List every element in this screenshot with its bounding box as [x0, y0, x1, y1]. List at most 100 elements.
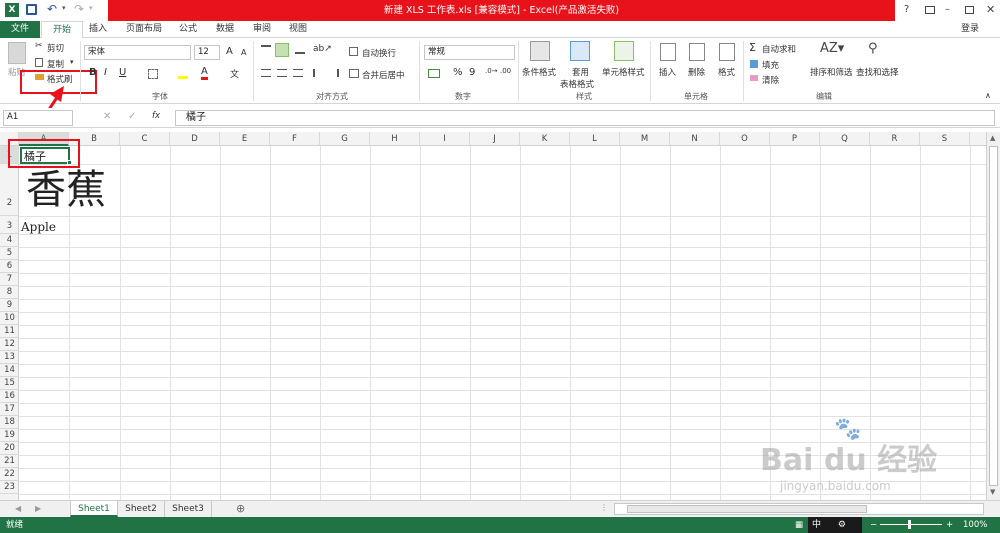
bold-button[interactable]: B	[89, 67, 97, 78]
row-header[interactable]: 6	[0, 260, 19, 273]
merge-center-button[interactable]: 合并后居中	[362, 69, 405, 81]
format-cells-button[interactable]: 格式	[718, 66, 735, 78]
cell-A3[interactable]: Apple	[21, 219, 56, 235]
autosum-icon[interactable]: Σ	[749, 41, 756, 54]
ime-toolbar[interactable]: 中 ⚙	[808, 517, 862, 533]
minimize-icon[interactable]: –	[945, 4, 950, 15]
tab-page-layout[interactable]: 页面布局	[118, 21, 170, 38]
align-right-icon[interactable]	[293, 69, 303, 77]
vertical-scrollbar[interactable]: ▲ ▼	[986, 132, 1000, 500]
scroll-down-icon[interactable]: ▼	[990, 488, 995, 496]
horizontal-scrollbar[interactable]	[614, 503, 984, 515]
sort-filter-icon[interactable]: AZ▾	[820, 41, 844, 56]
row-header[interactable]: 13	[0, 351, 19, 364]
row-header[interactable]: 21	[0, 455, 19, 468]
row-header[interactable]: 10	[0, 312, 19, 325]
grow-font-icon[interactable]: A	[226, 46, 233, 57]
zoom-out-icon[interactable]: −	[870, 517, 877, 533]
scroll-up-icon[interactable]: ▲	[990, 134, 995, 142]
number-format-combo[interactable]: 常规	[424, 45, 515, 60]
border-icon[interactable]	[148, 69, 158, 79]
format-table-label-2[interactable]: 表格格式	[560, 78, 594, 90]
cell-styles-button[interactable]: 单元格样式	[602, 66, 645, 78]
enter-icon[interactable]: ✓	[128, 111, 136, 122]
italic-button[interactable]: I	[104, 67, 107, 78]
zoom-thumb[interactable]	[908, 520, 911, 529]
comma-button[interactable]: 9	[469, 67, 475, 78]
zoom-slider[interactable]	[880, 520, 942, 529]
row-header[interactable]: 17	[0, 403, 19, 416]
sheet-tab[interactable]: Sheet3	[165, 501, 212, 517]
sheet-tab-active[interactable]: Sheet1	[70, 501, 118, 517]
row-header[interactable]: 12	[0, 338, 19, 351]
align-top-icon[interactable]	[261, 45, 271, 54]
delete-cells-icon[interactable]	[689, 43, 705, 61]
maximize-icon[interactable]	[965, 6, 974, 14]
row-header[interactable]: 8	[0, 286, 19, 299]
fill-button[interactable]: 填充	[762, 59, 779, 71]
column-header[interactable]: R	[870, 132, 920, 146]
column-header[interactable]: S	[920, 132, 970, 146]
column-header[interactable]: F	[270, 132, 320, 146]
row-header[interactable]: 5	[0, 247, 19, 260]
copy-dropdown-icon[interactable]: ▾	[70, 58, 74, 66]
close-icon[interactable]: ✕	[986, 3, 995, 16]
row-header[interactable]: 9	[0, 299, 19, 312]
row-header[interactable]: 15	[0, 377, 19, 390]
column-header[interactable]: M	[620, 132, 670, 146]
paste-icon[interactable]	[8, 42, 26, 64]
undo-icon[interactable]: ↶	[47, 2, 57, 16]
hscroll-thumb[interactable]	[627, 505, 867, 513]
font-color-icon[interactable]: A	[201, 66, 208, 80]
row-header[interactable]: 18	[0, 416, 19, 429]
formula-input[interactable]: 橘子	[175, 110, 995, 126]
outdent-icon[interactable]	[329, 69, 339, 77]
column-header[interactable]: I	[420, 132, 470, 146]
row-header[interactable]: 23	[0, 481, 19, 494]
row-header[interactable]: 19	[0, 429, 19, 442]
column-header[interactable]: L	[570, 132, 620, 146]
ribbon-display-icon[interactable]	[925, 6, 935, 14]
column-header[interactable]: C	[120, 132, 170, 146]
column-header[interactable]: P	[770, 132, 820, 146]
clear-button[interactable]: 清除	[762, 74, 779, 86]
autosum-button[interactable]: 自动求和	[762, 43, 796, 55]
row-header[interactable]: 4	[0, 234, 19, 247]
column-header[interactable]: D	[170, 132, 220, 146]
clear-icon[interactable]	[750, 75, 758, 81]
orientation-icon[interactable]: ab↗	[313, 44, 332, 54]
align-bottom-icon[interactable]	[295, 45, 305, 54]
ime-mode[interactable]: 中	[812, 520, 821, 530]
row-header[interactable]: 22	[0, 468, 19, 481]
tab-formulas[interactable]: 公式	[174, 21, 202, 38]
add-sheet-icon[interactable]: ⊕	[236, 502, 245, 515]
sheet-tab[interactable]: Sheet2	[118, 501, 165, 517]
wrap-text-icon[interactable]	[349, 47, 358, 56]
shrink-font-icon[interactable]: A	[241, 48, 246, 57]
fill-icon[interactable]	[750, 60, 758, 68]
undo-dropdown-icon[interactable]: ▾	[62, 4, 66, 12]
phonetic-icon[interactable]: 文	[230, 67, 239, 80]
indent-icon[interactable]	[313, 69, 323, 77]
decrease-decimal-icon[interactable]: .00	[500, 67, 511, 75]
column-header[interactable]: Q	[820, 132, 870, 146]
tab-view[interactable]: 视图	[284, 21, 312, 38]
percent-button[interactable]: %	[453, 67, 463, 78]
sheet-next-icon[interactable]: ▶	[35, 504, 41, 513]
sheet-prev-icon[interactable]: ◀	[15, 504, 21, 513]
column-header[interactable]: N	[670, 132, 720, 146]
fill-color-icon[interactable]	[178, 69, 188, 79]
insert-function-button[interactable]: fx	[152, 111, 160, 121]
cell-A2[interactable]: 香蕉	[26, 166, 106, 214]
insert-cells-icon[interactable]	[660, 43, 676, 61]
find-select-icon[interactable]: ⚲	[868, 41, 878, 56]
cut-button[interactable]: 剪切	[47, 42, 64, 54]
row-header[interactable]: 20	[0, 442, 19, 455]
cancel-icon[interactable]: ✕	[103, 111, 111, 122]
zoom-level[interactable]: 100%	[963, 517, 987, 533]
conditional-format-icon[interactable]	[530, 41, 550, 61]
conditional-format-button[interactable]: 条件格式	[522, 66, 556, 78]
format-table-icon[interactable]	[570, 41, 590, 61]
insert-cells-button[interactable]: 插入	[659, 66, 676, 78]
column-header[interactable]: G	[320, 132, 370, 146]
